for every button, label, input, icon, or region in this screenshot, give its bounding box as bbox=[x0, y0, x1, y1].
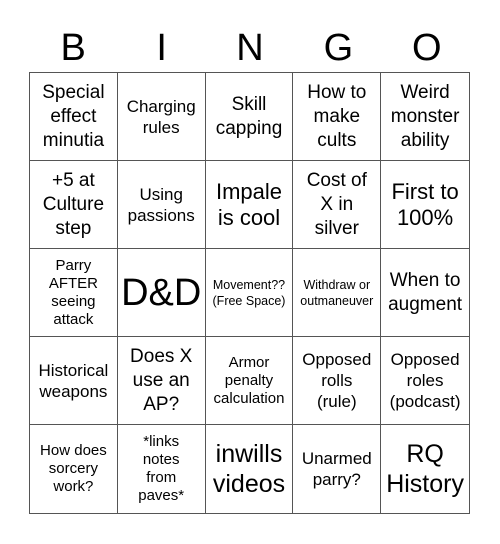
header-letter-b: B bbox=[60, 27, 86, 69]
bingo-cell-text: D&D bbox=[121, 271, 202, 314]
bingo-cell-text: Special effect minutia bbox=[42, 81, 105, 151]
bingo-grid: Special effect minutia Charging rules Skil… bbox=[29, 72, 470, 514]
header-letter-i: I bbox=[156, 27, 167, 69]
bingo-cell-text: Armor penalty calculation bbox=[213, 353, 285, 407]
bingo-cell-text: RQ History bbox=[386, 440, 464, 498]
bingo-cell-text: How does sorcery work? bbox=[40, 442, 107, 495]
bingo-cell[interactable]: First to 100% bbox=[381, 161, 469, 249]
bingo-cell[interactable]: inwills videos bbox=[206, 425, 294, 513]
bingo-header: B I N G O bbox=[29, 24, 471, 72]
bingo-cell[interactable]: Weird monster ability bbox=[381, 73, 469, 161]
bingo-cell[interactable]: Impale is cool bbox=[205, 161, 294, 249]
bingo-cell[interactable]: Cost of X in silver bbox=[293, 161, 382, 249]
bingo-cell-text: +5 at Culture step bbox=[42, 169, 105, 239]
bingo-cell[interactable]: Opposed roles (podcast) bbox=[381, 337, 469, 425]
bingo-cell-text: Parry AFTER seeing attack bbox=[48, 256, 98, 328]
bingo-cell-text: First to 100% bbox=[391, 178, 459, 230]
bingo-cell-text: *links notes from paves* bbox=[138, 433, 185, 504]
bingo-cell-text: Does X use an AP? bbox=[130, 345, 193, 415]
bingo-cell[interactable]: Special effect minutia bbox=[30, 73, 118, 161]
bingo-cell[interactable]: Historical weapons bbox=[30, 337, 118, 425]
bingo-cell[interactable]: Opposed rolls (rule) bbox=[293, 337, 382, 425]
bingo-cell-text: Opposed rolls (rule) bbox=[302, 350, 372, 411]
bingo-cell[interactable]: Using passions bbox=[117, 161, 206, 249]
bingo-cell-text: How to make cults bbox=[307, 81, 367, 151]
bingo-cell[interactable]: +5 at Culture step bbox=[30, 161, 118, 249]
bingo-cell-text: Weird monster ability bbox=[390, 81, 460, 151]
bingo-cell[interactable]: Charging rules bbox=[117, 73, 206, 161]
bingo-cell-text: Using passions bbox=[127, 184, 195, 225]
bingo-cell-text: Movement?? (Free Space) bbox=[212, 277, 286, 308]
header-letter-g: G bbox=[323, 27, 354, 69]
bingo-cell-text: inwills videos bbox=[212, 440, 286, 498]
bingo-cell-text: Historical weapons bbox=[38, 360, 109, 401]
bingo-cell[interactable]: *links notes from paves* bbox=[118, 425, 206, 513]
bingo-cell-text: Opposed roles (podcast) bbox=[389, 350, 461, 411]
bingo-cell-text: Withdraw or outmaneuver bbox=[300, 277, 374, 308]
bingo-cell[interactable]: Movement?? (Free Space) bbox=[205, 249, 294, 337]
bingo-cell-text: Impale is cool bbox=[215, 178, 283, 230]
bingo-cell[interactable]: Unarmed parry? bbox=[293, 425, 382, 513]
bingo-cell-text: Charging rules bbox=[126, 96, 196, 137]
bingo-cell-text: Unarmed parry? bbox=[301, 449, 372, 489]
bingo-cell[interactable]: D&D bbox=[117, 249, 206, 337]
bingo-cell[interactable]: Withdraw or outmaneuver bbox=[293, 249, 382, 337]
bingo-cell[interactable]: How to make cults bbox=[293, 73, 382, 161]
bingo-cell[interactable]: How does sorcery work? bbox=[30, 425, 118, 513]
bingo-cell[interactable]: When to augment bbox=[381, 249, 469, 337]
bingo-cell[interactable]: Does X use an AP? bbox=[117, 337, 206, 425]
bingo-cell-text: Cost of X in silver bbox=[306, 169, 367, 239]
bingo-cell[interactable]: Armor penalty calculation bbox=[205, 337, 294, 425]
bingo-cell[interactable]: Parry AFTER seeing attack bbox=[30, 249, 118, 337]
header-letter-o: O bbox=[412, 27, 442, 69]
bingo-cell[interactable]: RQ History bbox=[381, 425, 469, 513]
bingo-cell[interactable]: Skill capping bbox=[205, 73, 294, 161]
bingo-cell-text: When to augment bbox=[388, 269, 463, 315]
bingo-cell-text: Skill capping bbox=[215, 93, 283, 139]
header-letter-n: N bbox=[236, 27, 264, 69]
